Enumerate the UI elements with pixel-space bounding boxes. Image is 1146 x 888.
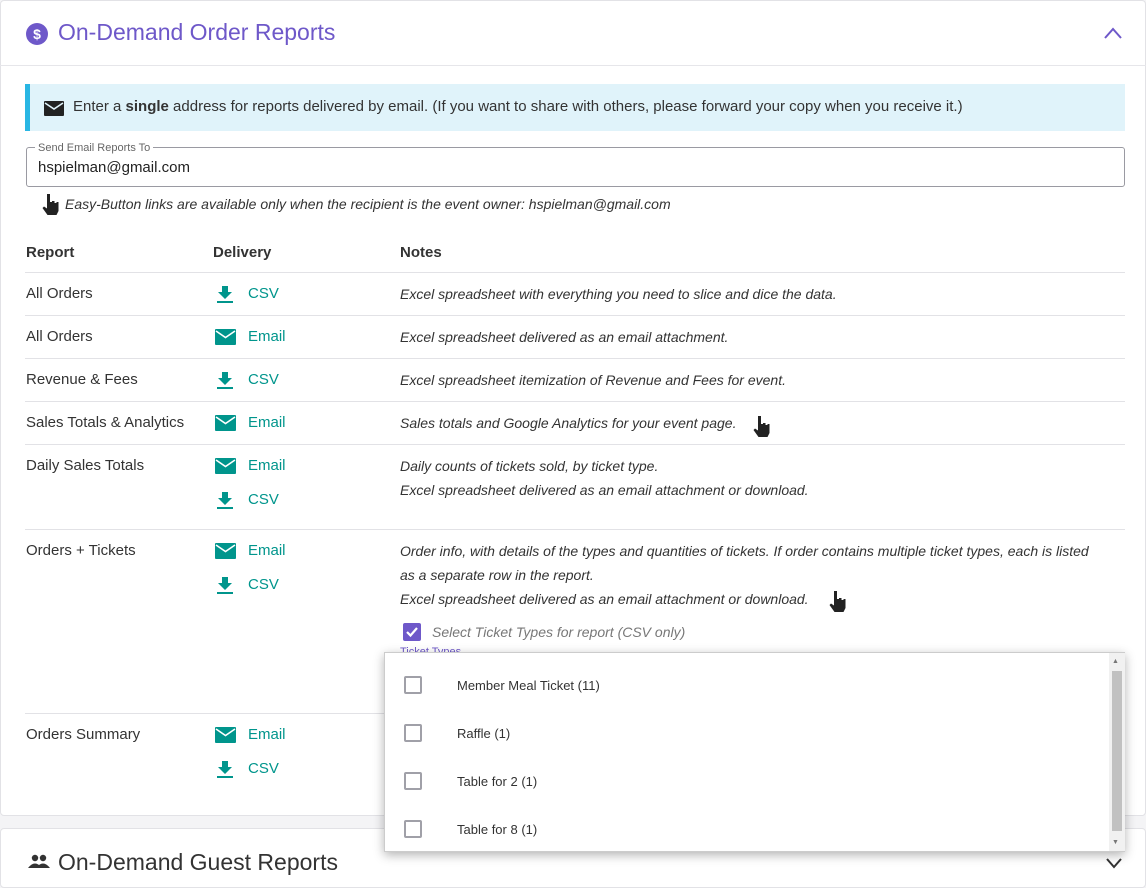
email-link[interactable]: Email bbox=[248, 726, 286, 743]
row-divider bbox=[25, 272, 1125, 273]
report-name: All Orders bbox=[26, 328, 93, 345]
chevron-up-icon[interactable] bbox=[1103, 26, 1123, 40]
row-divider bbox=[25, 401, 1125, 402]
envelope-icon[interactable] bbox=[215, 543, 236, 559]
option-label[interactable]: Table for 2 (1) bbox=[457, 774, 537, 789]
report-name: Revenue & Fees bbox=[26, 371, 138, 388]
col-head-delivery: Delivery bbox=[213, 244, 272, 261]
email-link[interactable]: Email bbox=[248, 414, 286, 431]
option-checkbox[interactable] bbox=[404, 724, 422, 742]
email-field-label: Send Email Reports To bbox=[35, 142, 154, 154]
pointing-hand-icon[interactable] bbox=[752, 415, 770, 437]
pointing-hand-icon bbox=[42, 194, 59, 215]
csv-link[interactable]: CSV bbox=[248, 576, 279, 593]
report-note: Excel spreadsheet with everything you ne… bbox=[400, 286, 837, 302]
report-name: Orders + Tickets bbox=[26, 542, 136, 559]
report-note: Excel spreadsheet itemization of Revenue… bbox=[400, 372, 786, 388]
scrollbar-thumb[interactable] bbox=[1112, 671, 1122, 831]
scroll-down-icon[interactable]: ▼ bbox=[1112, 839, 1119, 846]
banner-text: Enter a single address for reports deliv… bbox=[73, 98, 963, 115]
download-icon[interactable] bbox=[216, 576, 234, 594]
csv-link[interactable]: CSV bbox=[248, 760, 279, 777]
dollar-circle-icon: $ bbox=[26, 23, 48, 45]
report-name: Daily Sales Totals bbox=[26, 457, 145, 474]
email-link[interactable]: Email bbox=[248, 457, 286, 474]
report-name: Orders Summary bbox=[26, 726, 141, 743]
report-note: as a separate row in the report. bbox=[400, 567, 594, 583]
report-name: Sales Totals & Analytics bbox=[26, 414, 185, 431]
ticket-types-label[interactable]: Select Ticket Types for report (CSV only… bbox=[432, 624, 685, 640]
report-note: Excel spreadsheet delivered as an email … bbox=[400, 591, 809, 607]
report-note: Order info, with details of the types an… bbox=[400, 543, 1089, 559]
option-label[interactable]: Table for 8 (1) bbox=[457, 822, 537, 837]
report-name: All Orders bbox=[26, 285, 93, 302]
option-checkbox[interactable] bbox=[404, 676, 422, 694]
col-head-notes: Notes bbox=[400, 244, 442, 261]
csv-link[interactable]: CSV bbox=[248, 491, 279, 508]
email-link[interactable]: Email bbox=[248, 328, 286, 345]
download-icon[interactable] bbox=[216, 285, 234, 303]
col-head-report: Report bbox=[26, 244, 75, 261]
download-icon[interactable] bbox=[216, 491, 234, 509]
panel-header[interactable]: $ On-Demand Order Reports bbox=[0, 0, 1146, 66]
envelope-icon[interactable] bbox=[215, 329, 236, 345]
email-link[interactable]: Email bbox=[248, 542, 286, 559]
scroll-up-icon[interactable]: ▲ bbox=[1112, 658, 1119, 665]
csv-link[interactable]: CSV bbox=[248, 371, 279, 388]
option-checkbox[interactable] bbox=[404, 772, 422, 790]
checkmark-icon bbox=[406, 627, 418, 638]
envelope-icon bbox=[44, 101, 64, 116]
people-icon bbox=[28, 854, 50, 868]
row-divider bbox=[25, 713, 384, 714]
email-field-value[interactable]: hspielman@gmail.com bbox=[38, 159, 190, 176]
row-divider bbox=[25, 529, 1125, 530]
panel-title: On-Demand Order Reports bbox=[58, 19, 336, 45]
option-label[interactable]: Member Meal Ticket (11) bbox=[457, 678, 600, 693]
csv-link[interactable]: CSV bbox=[248, 285, 279, 302]
option-checkbox[interactable] bbox=[404, 820, 422, 838]
download-icon[interactable] bbox=[216, 760, 234, 778]
ticket-types-dropdown: Member Meal Ticket (11) Raffle (1) Table… bbox=[384, 652, 1125, 852]
envelope-icon[interactable] bbox=[215, 415, 236, 431]
chevron-down-icon[interactable] bbox=[1105, 857, 1123, 869]
pointing-hand-icon[interactable] bbox=[828, 590, 846, 612]
row-divider bbox=[25, 444, 1125, 445]
report-note: Excel spreadsheet delivered as an email … bbox=[400, 329, 729, 345]
download-icon[interactable] bbox=[216, 371, 234, 389]
row-divider bbox=[25, 358, 1125, 359]
guest-panel-title: On-Demand Guest Reports bbox=[58, 849, 338, 875]
report-note: Excel spreadsheet delivered as an email … bbox=[400, 482, 809, 498]
easy-button-note: Easy-Button links are available only whe… bbox=[65, 196, 671, 212]
option-label[interactable]: Raffle (1) bbox=[457, 726, 510, 741]
email-field[interactable] bbox=[26, 147, 1125, 187]
report-note: Sales totals and Google Analytics for yo… bbox=[400, 415, 737, 431]
envelope-icon[interactable] bbox=[215, 727, 236, 743]
envelope-icon[interactable] bbox=[215, 458, 236, 474]
row-divider bbox=[25, 315, 1125, 316]
report-note: Daily counts of tickets sold, by ticket … bbox=[400, 458, 659, 474]
ticket-types-checkbox[interactable] bbox=[403, 623, 421, 641]
